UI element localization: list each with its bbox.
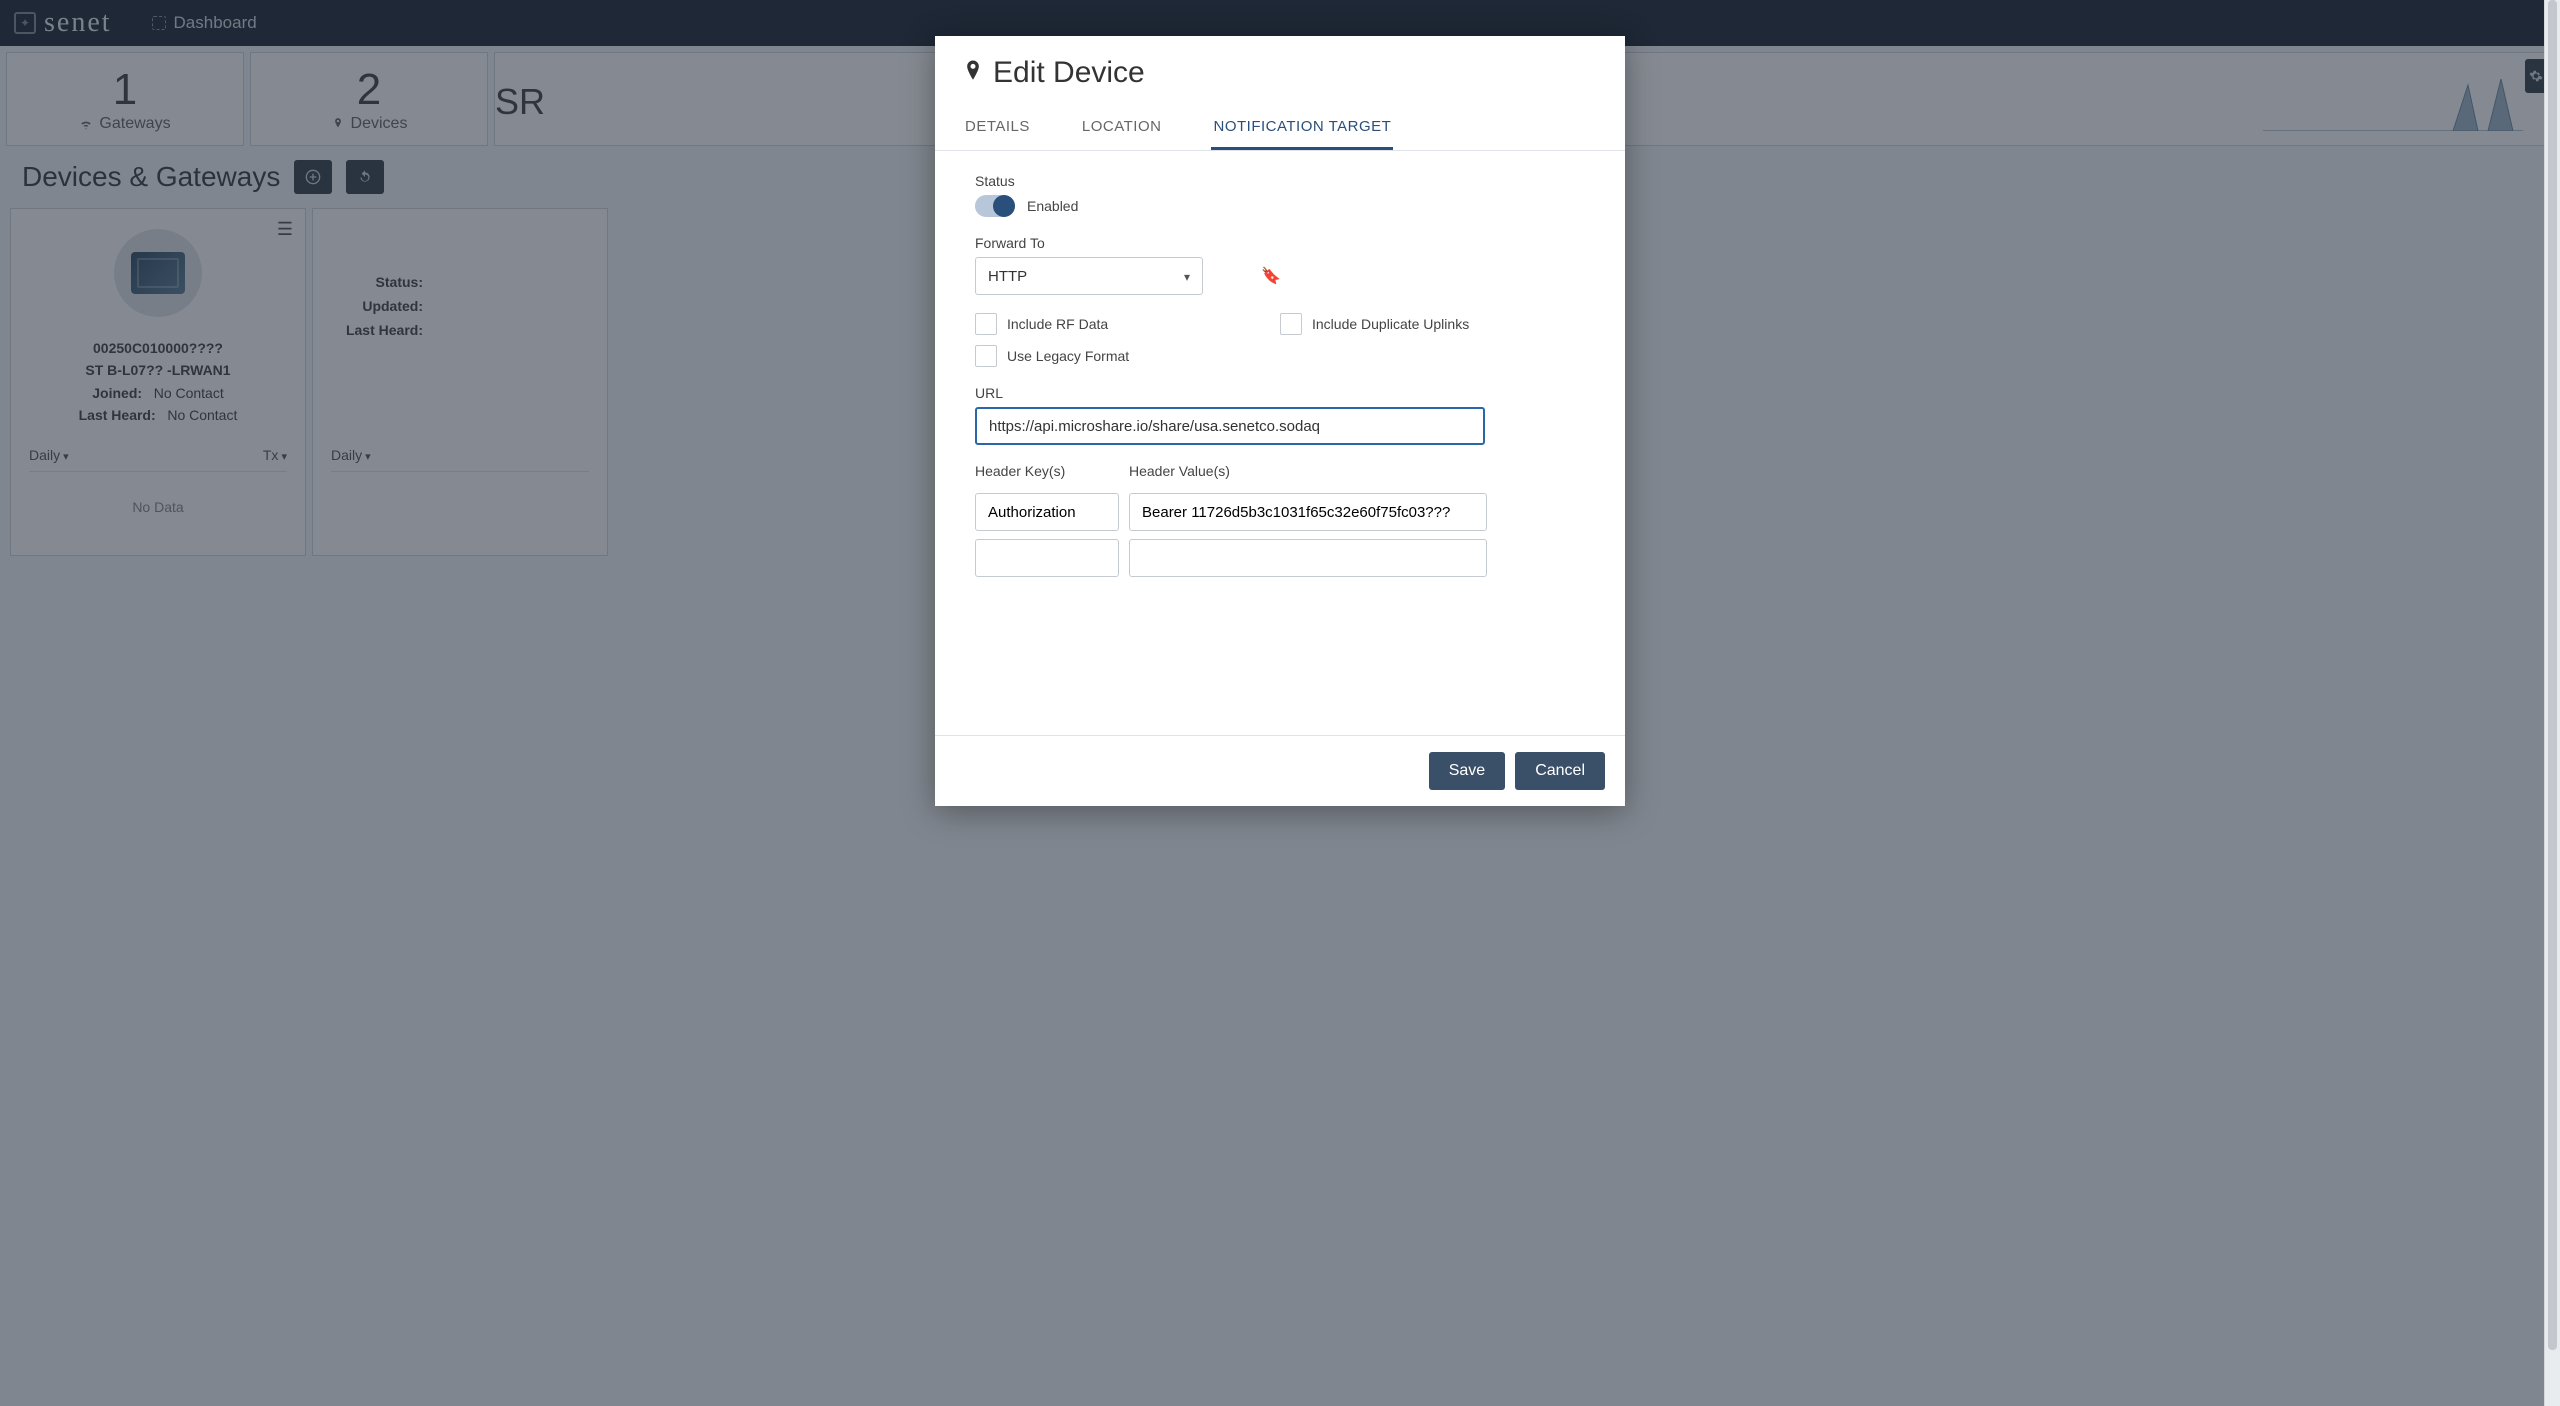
include-dup-checkbox[interactable]	[1280, 313, 1302, 335]
modal-overlay[interactable]: Edit Device DETAILS LOCATION NOTIFICATIO…	[0, 0, 2560, 1406]
modal-header: Edit Device	[935, 36, 1625, 104]
url-input[interactable]	[975, 407, 1485, 445]
include-rf-label: Include RF Data	[1007, 316, 1108, 332]
pin-icon	[963, 60, 983, 86]
modal-title: Edit Device	[993, 56, 1145, 90]
modal-body: Status Enabled Forward To HTTP 🔖	[935, 151, 1625, 735]
tab-location[interactable]: LOCATION	[1080, 104, 1164, 150]
header-value-input-1[interactable]	[1129, 493, 1487, 531]
cancel-button[interactable]: Cancel	[1515, 752, 1605, 790]
forward-to-label: Forward To	[975, 235, 1585, 251]
legacy-format-label: Use Legacy Format	[1007, 348, 1129, 364]
tab-notification-target[interactable]: NOTIFICATION TARGET	[1211, 104, 1393, 150]
header-value-input-2[interactable]	[1129, 539, 1487, 577]
include-dup-label: Include Duplicate Uplinks	[1312, 316, 1469, 332]
header-key-input-2[interactable]	[975, 539, 1119, 577]
legacy-format-checkbox[interactable]	[975, 345, 997, 367]
edit-device-modal: Edit Device DETAILS LOCATION NOTIFICATIO…	[935, 36, 1625, 806]
modal-footer: Save Cancel	[935, 735, 1625, 806]
save-button[interactable]: Save	[1429, 752, 1505, 790]
status-label: Status	[975, 173, 1585, 189]
include-rf-checkbox[interactable]	[975, 313, 997, 335]
url-label: URL	[975, 385, 1585, 401]
header-values-label: Header Value(s)	[1129, 463, 1487, 479]
scrollbar-thumb[interactable]	[2548, 0, 2557, 1350]
forward-to-value: HTTP	[988, 268, 1027, 285]
status-value: Enabled	[1027, 198, 1078, 214]
header-key-input-1[interactable]	[975, 493, 1119, 531]
modal-tabs: DETAILS LOCATION NOTIFICATION TARGET	[935, 104, 1625, 151]
forward-to-select[interactable]: HTTP	[975, 257, 1203, 295]
chevron-down-icon	[1184, 268, 1190, 285]
tab-details[interactable]: DETAILS	[963, 104, 1032, 150]
status-toggle[interactable]	[975, 195, 1015, 217]
header-keys-label: Header Key(s)	[975, 463, 1119, 479]
scrollbar[interactable]	[2544, 0, 2560, 1406]
bookmark-icon[interactable]: 🔖	[1261, 266, 1281, 286]
